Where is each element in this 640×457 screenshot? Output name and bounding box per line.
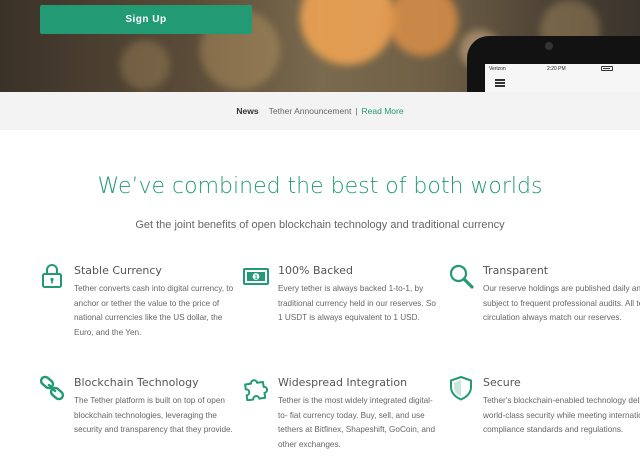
bokeh-light (120, 40, 170, 90)
news-announcement-text: Tether Announcement (268, 106, 352, 116)
bokeh-light (300, 0, 395, 65)
section-subheadline: Get the joint benefits of open blockchai… (135, 219, 505, 231)
feature-description: Our reserve holdings are published daily… (483, 284, 640, 322)
feature-title: Transparent (483, 264, 549, 277)
phone-image: Verizon 2:20 PM (467, 36, 640, 92)
padlock-icon (42, 264, 62, 288)
battery-icon (601, 66, 613, 71)
feature-description: Every tether is always backed 1-to-1, by… (278, 284, 436, 322)
feature-title: Widespread Integration (278, 376, 408, 389)
read-more-link[interactable]: Read More (362, 106, 404, 116)
banknote-icon: 1 (243, 268, 269, 285)
shield-icon (450, 376, 472, 401)
phone-time: 2:20 PM (547, 66, 566, 72)
hero-banner: Sign Up Verizon 2:20 PM (0, 0, 640, 92)
feature-description: Tether is the most widely integrated dig… (278, 396, 436, 449)
phone-screen: Verizon 2:20 PM (485, 64, 640, 92)
bokeh-light (388, 0, 458, 56)
phone-app-header (485, 76, 640, 92)
feature-title: Secure (483, 376, 521, 389)
magnifier-icon (449, 264, 474, 289)
chain-link-icon (39, 375, 65, 401)
phone-camera (545, 42, 553, 50)
puzzle-icon (244, 379, 269, 401)
feature-description: Tether's blockchain-enabled technology d… (483, 396, 640, 434)
sign-up-button[interactable]: Sign Up (40, 5, 252, 34)
news-bar: News Tether Announcement | Read More (0, 92, 640, 130)
feature-description: Tether converts cash into digital curren… (74, 284, 234, 337)
phone-status-bar: Verizon 2:20 PM (485, 64, 640, 74)
phone-carrier: Verizon (489, 66, 506, 72)
news-separator: | (355, 106, 358, 116)
feature-title: Stable Currency (74, 264, 162, 277)
feature-description: The Tether platform is built on top of o… (74, 396, 233, 434)
feature-title: Blockchain Technology (74, 376, 199, 389)
menu-icon (495, 79, 505, 87)
feature-title: 100% Backed (278, 264, 354, 277)
news-label: News (236, 106, 259, 116)
section-headline: We’ve combined the best of both worlds (97, 174, 543, 199)
